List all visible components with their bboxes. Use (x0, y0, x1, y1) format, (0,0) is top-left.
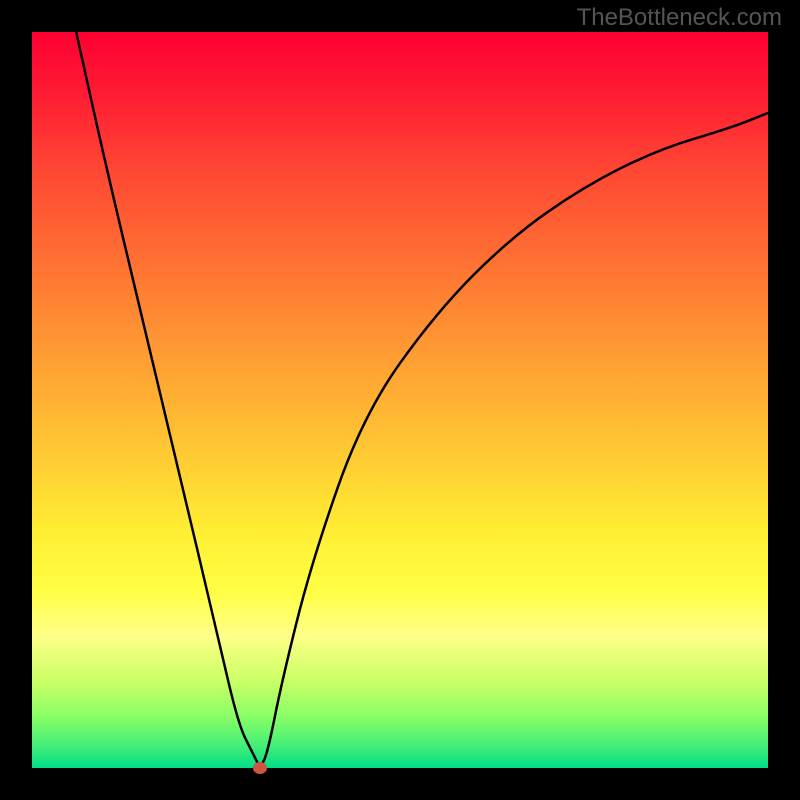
chart-plot-area (32, 32, 768, 768)
optimal-point-marker (253, 762, 267, 774)
bottleneck-curve (32, 32, 768, 768)
watermark-text: TheBottleneck.com (577, 4, 782, 32)
